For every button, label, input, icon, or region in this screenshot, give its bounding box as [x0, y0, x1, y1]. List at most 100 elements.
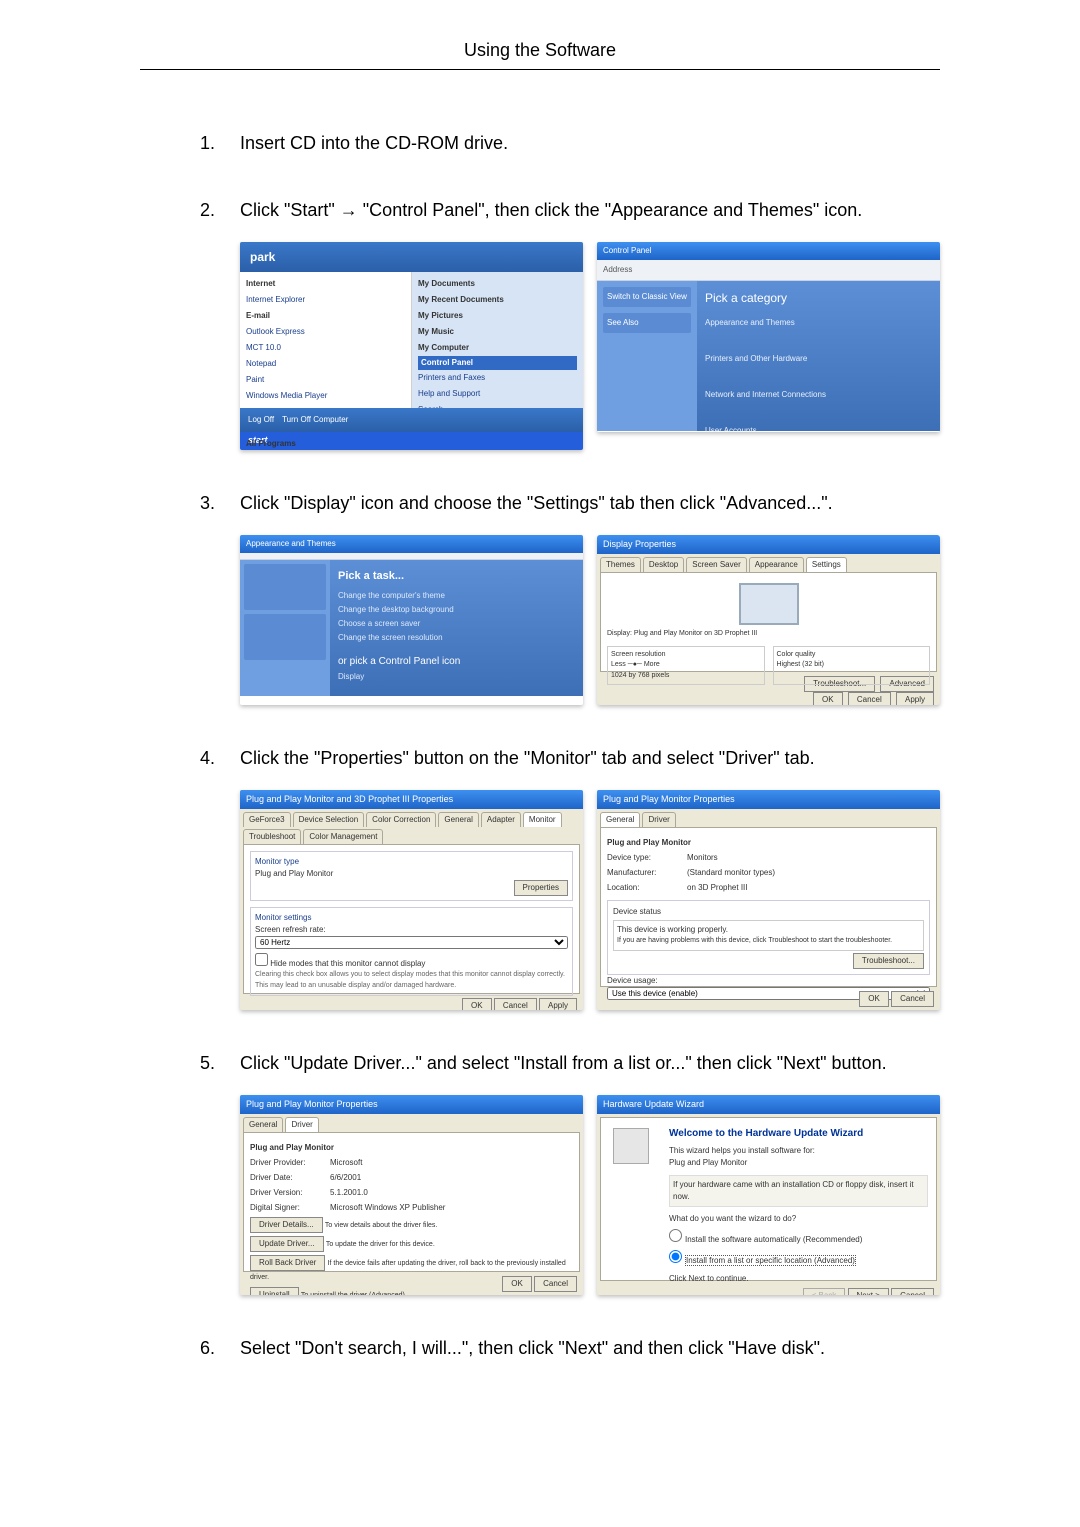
mp-tab-general[interactable]: General — [438, 812, 478, 827]
sm-recent[interactable]: My Recent Documents — [418, 292, 577, 308]
dp-ok[interactable]: OK — [813, 692, 843, 705]
sm-internet[interactable]: Internet — [246, 276, 405, 292]
at-side-troubleshoot — [244, 614, 326, 660]
pnp-tab-general[interactable]: General — [600, 812, 640, 827]
screenshot-adapter-monitor-props: Plug and Play Monitor and 3D Prophet III… — [240, 790, 583, 1010]
at-task-theme[interactable]: Change the computer's theme — [338, 590, 575, 602]
pnpd-name: Plug and Play Monitor — [250, 1142, 573, 1154]
wizard-icon — [613, 1128, 649, 1164]
mp-ok[interactable]: OK — [462, 998, 492, 1010]
mp-mtype-lbl: Monitor type — [255, 856, 568, 868]
sm-email[interactable]: E-mail — [246, 308, 405, 324]
pnpd-rollback[interactable]: Roll Back Driver — [250, 1255, 325, 1271]
wiz-back: < Back — [803, 1288, 846, 1295]
page-title: Using the Software — [140, 40, 940, 70]
sm-email-sub: Outlook Express — [246, 324, 405, 340]
pnpd-tab-general[interactable]: General — [243, 1117, 283, 1132]
wiz-cd-note: If your hardware came with an installati… — [669, 1175, 928, 1207]
wiz-welcome: Welcome to the Hardware Update Wizard — [669, 1126, 928, 1141]
step-4-text: Click the "Properties" button on the "Mo… — [240, 748, 815, 768]
mp-hide-note: Clearing this check box allows you to se… — [255, 970, 568, 991]
mp-cancel[interactable]: Cancel — [494, 998, 537, 1010]
dp-res-label: Screen resolution — [611, 650, 761, 661]
sm-allprograms[interactable]: All Programs — [246, 436, 405, 450]
wiz-question: What do you want the wizard to do? — [669, 1213, 928, 1225]
sm-mct[interactable]: MCT 10.0 — [246, 340, 405, 356]
start-user: park — [240, 242, 583, 272]
at-task-bg[interactable]: Change the desktop background — [338, 604, 575, 616]
cp-cat-network[interactable]: Network and Internet Connections — [705, 389, 835, 401]
cp-pick-category: Pick a category — [705, 289, 932, 307]
dp-tab-desktop[interactable]: Desktop — [643, 557, 684, 572]
cp-cat-printers[interactable]: Printers and Other Hardware — [705, 353, 835, 365]
at-task-ss[interactable]: Choose a screen saver — [338, 618, 575, 630]
mp-tab-colorm[interactable]: Color Management — [303, 829, 383, 844]
dp-tab-themes[interactable]: Themes — [600, 557, 641, 572]
sm-internet-sub: Internet Explorer — [246, 292, 405, 308]
dp-tab-appearance[interactable]: Appearance — [749, 557, 804, 572]
wiz-intro: This wizard helps you install software f… — [669, 1145, 928, 1157]
at-icon-display[interactable]: Display — [338, 671, 575, 683]
mp-tab-monitor[interactable]: Monitor — [523, 812, 562, 827]
pnp-cancel[interactable]: Cancel — [891, 991, 934, 1007]
at-task-res[interactable]: Change the screen resolution — [338, 632, 575, 644]
mp-tab-adapter[interactable]: Adapter — [481, 812, 521, 827]
mp-mtype-val: Plug and Play Monitor — [255, 868, 568, 880]
pnp-troubleshoot[interactable]: Troubleshoot... — [853, 953, 924, 969]
pnp-usage-h: Device usage: — [607, 975, 930, 987]
mp-tab-troubleshoot[interactable]: Troubleshoot — [243, 829, 301, 844]
sm-mydocs[interactable]: My Documents — [418, 276, 577, 292]
wiz-cancel[interactable]: Cancel — [891, 1288, 934, 1295]
step-3-text: Click "Display" icon and choose the "Set… — [240, 493, 833, 513]
pnp-ok[interactable]: OK — [859, 991, 889, 1007]
cp-switch-view[interactable]: Switch to Classic View — [603, 287, 691, 307]
sm-notepad[interactable]: Notepad — [246, 356, 405, 372]
pnpd-uninstall[interactable]: Uninstall — [250, 1287, 299, 1295]
sm-paint[interactable]: Paint — [246, 372, 405, 388]
mp-msettings-lbl: Monitor settings — [255, 912, 568, 924]
wiz-device: Plug and Play Monitor — [669, 1157, 928, 1169]
sm-mypics[interactable]: My Pictures — [418, 308, 577, 324]
sm-control-panel[interactable]: Control Panel — [418, 356, 577, 370]
at-or-pick: or pick a Control Panel icon — [338, 654, 575, 669]
dp-cancel[interactable]: Cancel — [848, 692, 891, 705]
dp-tab-screensaver[interactable]: Screen Saver — [686, 557, 746, 572]
pnpd-cancel[interactable]: Cancel — [534, 1276, 577, 1292]
pnp-tab-driver[interactable]: Driver — [642, 812, 675, 827]
dp-cq-val[interactable]: Highest (32 bit) — [777, 660, 927, 671]
mp-apply[interactable]: Apply — [539, 998, 577, 1010]
pnpd-details[interactable]: Driver Details... — [250, 1217, 323, 1233]
cp-cat-user[interactable]: User Accounts — [705, 425, 835, 432]
dp-display-label: Display: Plug and Play Monitor on 3D Pro… — [607, 629, 930, 640]
mp-refresh-select[interactable]: 60 Hertz — [255, 936, 568, 949]
step-1-text: Insert CD into the CD-ROM drive. — [240, 133, 508, 153]
sm-logoff[interactable]: Log Off — [248, 414, 274, 426]
mp-title: Plug and Play Monitor and 3D Prophet III… — [240, 790, 583, 810]
pnp-status-note: If you are having problems with this dev… — [617, 936, 920, 947]
dp-tab-settings[interactable]: Settings — [806, 557, 847, 572]
cp-title: Control Panel — [597, 242, 940, 260]
pnpd-tab-driver[interactable]: Driver — [285, 1117, 318, 1132]
mp-tab-geforce[interactable]: GeForce3 — [243, 812, 291, 827]
sm-help[interactable]: Help and Support — [418, 386, 577, 402]
dp-apply[interactable]: Apply — [896, 692, 934, 705]
sm-printers[interactable]: Printers and Faxes — [418, 370, 577, 386]
wiz-opt2[interactable] — [669, 1250, 682, 1263]
sm-mycomp[interactable]: My Computer — [418, 340, 577, 356]
mp-tab-devsel[interactable]: Device Selection — [293, 812, 365, 827]
mp-tab-color[interactable]: Color Correction — [366, 812, 436, 827]
wiz-next[interactable]: Next > — [848, 1288, 889, 1295]
wiz-title: Hardware Update Wizard — [597, 1095, 940, 1115]
pnp-status: This device is working properly. — [617, 924, 920, 936]
pnpd-update[interactable]: Update Driver... — [250, 1236, 324, 1252]
pnp-title: Plug and Play Monitor Properties — [597, 790, 940, 810]
mp-refresh-lbl: Screen refresh rate: — [255, 924, 568, 936]
sm-wmp[interactable]: Windows Media Player — [246, 388, 405, 404]
wiz-opt1[interactable] — [669, 1229, 682, 1242]
cp-cat-appearance[interactable]: Appearance and Themes — [705, 317, 835, 329]
sm-turnoff[interactable]: Turn Off Computer — [282, 414, 348, 426]
pnpd-ok[interactable]: OK — [502, 1276, 532, 1292]
mp-properties-btn[interactable]: Properties — [514, 880, 568, 896]
sm-mymusic[interactable]: My Music — [418, 324, 577, 340]
mp-hide-check[interactable] — [255, 953, 268, 966]
